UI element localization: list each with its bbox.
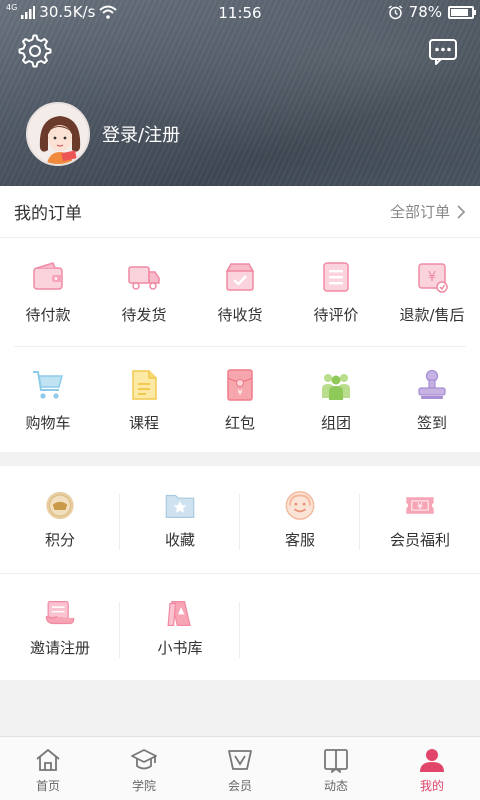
login-register-link[interactable]: 登录/注册 xyxy=(102,121,180,147)
all-orders-label[interactable]: 全部订单 xyxy=(390,201,450,222)
orders-divider xyxy=(14,346,466,347)
avatar[interactable] xyxy=(26,102,90,166)
shopping-cart-entry[interactable]: 购物车 xyxy=(0,368,96,433)
svg-text:¥: ¥ xyxy=(237,388,242,397)
order-pending-review[interactable]: 待评价 xyxy=(288,260,384,325)
group-icon xyxy=(322,374,350,400)
services-row-1: 积分 收藏 客服 ¥ 会员福利 xyxy=(0,490,480,550)
favorites-entry[interactable]: 收藏 xyxy=(120,490,240,550)
orders-title: 我的订单 xyxy=(14,204,82,224)
member-benefits-label: 会员福利 xyxy=(389,531,450,549)
nav-mine-label: 我的 xyxy=(419,779,444,793)
messages-button[interactable] xyxy=(428,38,458,66)
gear-icon xyxy=(18,34,52,68)
group-buy-label: 组团 xyxy=(320,414,351,432)
home-icon xyxy=(36,749,60,771)
bookshelf-entry[interactable]: 小书库 xyxy=(120,598,240,658)
svg-text:¥: ¥ xyxy=(428,270,436,285)
red-packet-entry[interactable]: ¥ 红包 xyxy=(192,368,288,433)
group-buy-entry[interactable]: 组团 xyxy=(288,368,384,433)
favorites-label: 收藏 xyxy=(164,531,195,549)
vip-icon xyxy=(228,750,252,770)
shopping-cart-label: 购物车 xyxy=(25,414,71,432)
battery-percent: 78% xyxy=(408,3,442,21)
settings-button[interactable] xyxy=(18,34,52,68)
all-orders-link[interactable]: 全部订单 xyxy=(390,201,466,222)
box-check-icon xyxy=(225,263,255,291)
points-icon xyxy=(46,491,74,520)
bookshelf-label: 小书库 xyxy=(157,639,203,657)
order-pending-payment[interactable]: 待付款 xyxy=(0,260,96,325)
invite-icon xyxy=(45,601,75,625)
nav-feed-label: 动态 xyxy=(323,779,348,793)
nav-home-label: 首页 xyxy=(35,779,60,793)
red-packet-label: 红包 xyxy=(224,414,255,432)
academy-icon xyxy=(131,749,157,770)
book-icon xyxy=(324,749,348,773)
order-pending-receipt[interactable]: 待收货 xyxy=(192,260,288,325)
member-benefits-entry[interactable]: ¥ 会员福利 xyxy=(360,490,480,550)
order-status-row: 待付款 待发货 待收货 待评价 ¥ 退款/售后 xyxy=(0,260,480,325)
review-icon xyxy=(323,262,349,292)
profile-icon xyxy=(420,749,444,772)
wallet-icon xyxy=(33,262,63,290)
red-packet-icon: ¥ xyxy=(227,369,253,401)
course-label: 课程 xyxy=(128,414,159,432)
status-bar: 4G 30.5K/s 11:56 78% xyxy=(0,0,480,26)
stamp-icon xyxy=(418,369,446,399)
invite-register-entry[interactable]: 邀请注册 xyxy=(0,598,120,658)
check-in-label: 签到 xyxy=(416,414,447,432)
profile-header: 4G 30.5K/s 11:56 78% 登录/注册 xyxy=(0,0,480,186)
nav-academy[interactable]: 学院 xyxy=(96,737,192,800)
bottom-nav: 首页 学院 会员 动态 我的 xyxy=(0,736,480,800)
order-refund-aftersale[interactable]: ¥ 退款/售后 xyxy=(384,260,480,325)
cart-icon xyxy=(33,371,63,399)
services-divider xyxy=(0,573,480,574)
invite-register-label: 邀请注册 xyxy=(29,639,90,657)
order-pending-shipment[interactable]: 待发货 xyxy=(96,260,192,325)
nav-vip[interactable]: 会员 xyxy=(192,737,288,800)
truck-icon xyxy=(128,266,160,290)
order-pending-shipment-label: 待发货 xyxy=(121,306,167,324)
orders-header: 我的订单 全部订单 xyxy=(0,186,480,238)
chevron-right-icon xyxy=(457,204,466,219)
message-icon xyxy=(429,39,457,65)
shortcut-row: 购物车 课程 ¥ 红包 组团 签到 xyxy=(0,368,480,433)
nav-vip-label: 会员 xyxy=(227,779,252,793)
order-pending-review-label: 待评价 xyxy=(313,306,359,324)
services-row-2: 邀请注册 小书库 xyxy=(0,598,480,658)
nav-academy-label: 学院 xyxy=(131,779,156,793)
order-refund-aftersale-label: 退款/售后 xyxy=(399,306,465,324)
refund-icon: ¥ xyxy=(418,263,448,293)
nav-mine[interactable]: 我的 xyxy=(384,737,480,800)
customer-service-label: 客服 xyxy=(284,531,315,549)
course-entry[interactable]: 课程 xyxy=(96,368,192,433)
battery-icon xyxy=(448,5,476,19)
nav-feed[interactable]: 动态 xyxy=(288,737,384,800)
order-pending-payment-label: 待付款 xyxy=(25,306,71,324)
customer-service-entry[interactable]: 客服 xyxy=(240,490,360,550)
favorite-folder-icon xyxy=(165,494,195,518)
points-label: 积分 xyxy=(44,531,75,549)
check-in-entry[interactable]: 签到 xyxy=(384,368,480,433)
nav-home[interactable]: 首页 xyxy=(0,737,96,800)
login-entry[interactable]: 登录/注册 xyxy=(26,102,180,166)
avatar-illustration xyxy=(28,104,88,164)
orders-card: 我的订单 全部订单 待付款 待发货 待收货 待评价 ¥ 退款/售后 购物车 课程… xyxy=(0,186,480,452)
services-card: 积分 收藏 客服 ¥ 会员福利 邀请注册 小书库 xyxy=(0,466,480,680)
course-icon xyxy=(132,370,157,400)
order-pending-receipt-label: 待收货 xyxy=(217,306,263,324)
alarm-icon xyxy=(388,4,403,19)
customer-service-icon xyxy=(285,491,315,520)
coupon-icon: ¥ xyxy=(406,497,434,514)
points-entry[interactable]: 积分 xyxy=(0,490,120,550)
svg-text:¥: ¥ xyxy=(417,502,423,512)
bookshelf-icon xyxy=(167,601,191,626)
